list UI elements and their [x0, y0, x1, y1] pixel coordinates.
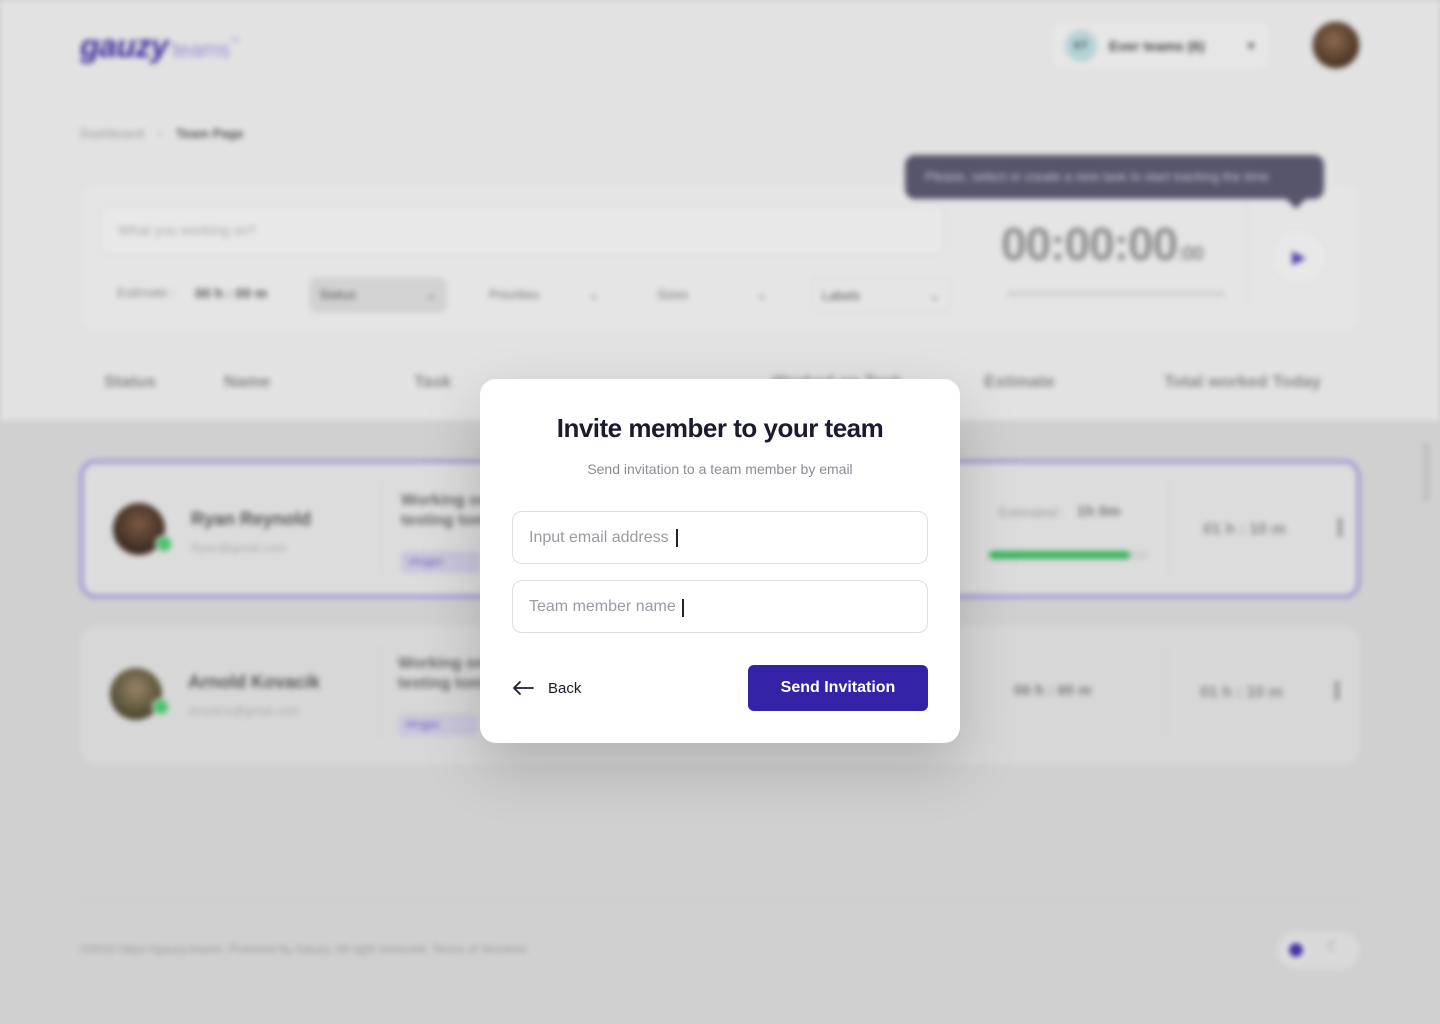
- worked-today: 01 h : 10 m: [1203, 521, 1286, 538]
- column-name: Name: [224, 372, 271, 391]
- size-dropdown[interactable]: Sizes ⌄: [647, 277, 777, 313]
- user-avatar[interactable]: [1311, 20, 1361, 70]
- estimate-value[interactable]: 00 h : 00 m: [1014, 682, 1092, 699]
- chevron-down-icon: ▼: [1245, 39, 1257, 53]
- timer-tooltip: Please, select or create a new task to s…: [905, 155, 1324, 199]
- invite-member-modal: Invite member to your team Send invitati…: [480, 379, 960, 743]
- member-task: Working on testing tom: [398, 655, 486, 692]
- priority-dropdown-label: Priorities: [489, 287, 540, 302]
- online-status-icon: [155, 535, 173, 553]
- timer-value: 00:00:00: [1001, 218, 1178, 270]
- task-tag: #Ingpo: [401, 551, 481, 573]
- modal-subtitle: Send invitation to a team member by emai…: [587, 461, 853, 477]
- status-dropdown-label: Status: [319, 287, 356, 302]
- divider: [1247, 203, 1248, 303]
- column-estimate: Estimate: [984, 372, 1055, 391]
- light-mode-icon[interactable]: [1285, 939, 1307, 961]
- breadcrumb-item-dashboard[interactable]: Dashboard: [80, 126, 144, 141]
- estimate-progress-fill: [989, 551, 1130, 559]
- timer-progress: [1007, 291, 1225, 297]
- timer-display: 00:00:00:00: [1001, 217, 1204, 271]
- logo[interactable]: gauzy teams™: [80, 28, 240, 65]
- back-button[interactable]: Back: [512, 665, 581, 711]
- team-member-name-input[interactable]: [512, 580, 928, 633]
- text-cursor: [682, 599, 684, 617]
- estimate-value: 1h 0m: [1077, 503, 1121, 520]
- divider: [378, 644, 379, 740]
- breadcrumb-item-team-page: Team Page: [175, 126, 244, 141]
- column-task: Task: [414, 372, 452, 391]
- estimate-progress: [989, 551, 1149, 559]
- moon-icon[interactable]: ☾: [1327, 937, 1341, 957]
- team-switcher[interactable]: ET Ever teams (6) ▼: [1050, 20, 1272, 72]
- back-button-label: Back: [548, 679, 582, 697]
- column-status: Status: [104, 372, 156, 391]
- divider: [381, 481, 382, 577]
- member-email: Ryan@gmail.com: [191, 541, 286, 555]
- member-email: Arnold.k@gmail.com: [188, 704, 299, 718]
- estimate-label: Estimate :: [117, 285, 175, 300]
- task-tag: #Ingpo: [398, 714, 478, 736]
- task-input[interactable]: What you working on?: [99, 205, 945, 255]
- modal-title: Invite member to your team: [556, 413, 884, 443]
- status-dropdown[interactable]: Status ⌄: [309, 277, 447, 313]
- chevron-down-icon: ⌄: [756, 287, 767, 302]
- team-name: Ever teams (6): [1109, 38, 1205, 54]
- priority-dropdown[interactable]: Priorities ⌄: [479, 277, 609, 313]
- divider: [1169, 481, 1170, 577]
- member-name: Arnold Kovacik: [188, 672, 321, 692]
- worked-today: 01 h : 10 m: [1200, 684, 1283, 701]
- arrow-left-icon: [513, 681, 534, 695]
- labels-dropdown[interactable]: Labels ⌄: [811, 277, 951, 313]
- estimate-value[interactable]: 00 h : 00 m: [195, 285, 267, 301]
- breadcrumb: Dashboard › Team Page: [80, 126, 244, 141]
- play-icon: ▶: [1292, 246, 1306, 267]
- column-total-worked-today: Total worked Today: [1164, 372, 1322, 391]
- footer-divider: [80, 898, 1360, 899]
- chevron-right-icon: ›: [157, 126, 162, 141]
- size-dropdown-label: Sizes: [657, 287, 689, 302]
- play-timer-button[interactable]: ▶: [1271, 229, 1327, 285]
- logo-sub: teams: [172, 37, 230, 62]
- chevron-down-icon: ⌄: [588, 287, 599, 302]
- more-options-icon[interactable]: ⋮: [1329, 515, 1351, 541]
- team-avatar: ET: [1065, 30, 1097, 62]
- member-name: Ryan Reynold: [191, 509, 312, 529]
- theme-toggle[interactable]: ☾: [1276, 930, 1360, 970]
- text-cursor: [676, 529, 678, 547]
- chevron-down-icon: ⌄: [929, 288, 940, 303]
- footer-text: ©2022 https://gauzy.teams. Powered by Ga…: [80, 942, 528, 956]
- scrollbar[interactable]: [1422, 442, 1430, 502]
- labels-dropdown-label: Labels: [822, 288, 861, 303]
- logo-tm: ™: [229, 37, 240, 49]
- send-invitation-button[interactable]: Send Invitation: [748, 665, 928, 711]
- estimate-label: Estimated :: [999, 505, 1065, 520]
- divider: [1166, 644, 1167, 740]
- email-input[interactable]: [512, 511, 928, 564]
- more-options-icon[interactable]: ⋮: [1326, 678, 1348, 704]
- logo-text: gauzy: [80, 28, 169, 64]
- chevron-down-icon: ⌄: [426, 287, 437, 302]
- online-status-icon: [152, 698, 170, 716]
- task-tracker: What you working on? Estimate : 00 h : 0…: [80, 182, 1360, 334]
- member-task: Working on testing tom: [401, 492, 489, 529]
- timer-ms: :00: [1177, 243, 1204, 265]
